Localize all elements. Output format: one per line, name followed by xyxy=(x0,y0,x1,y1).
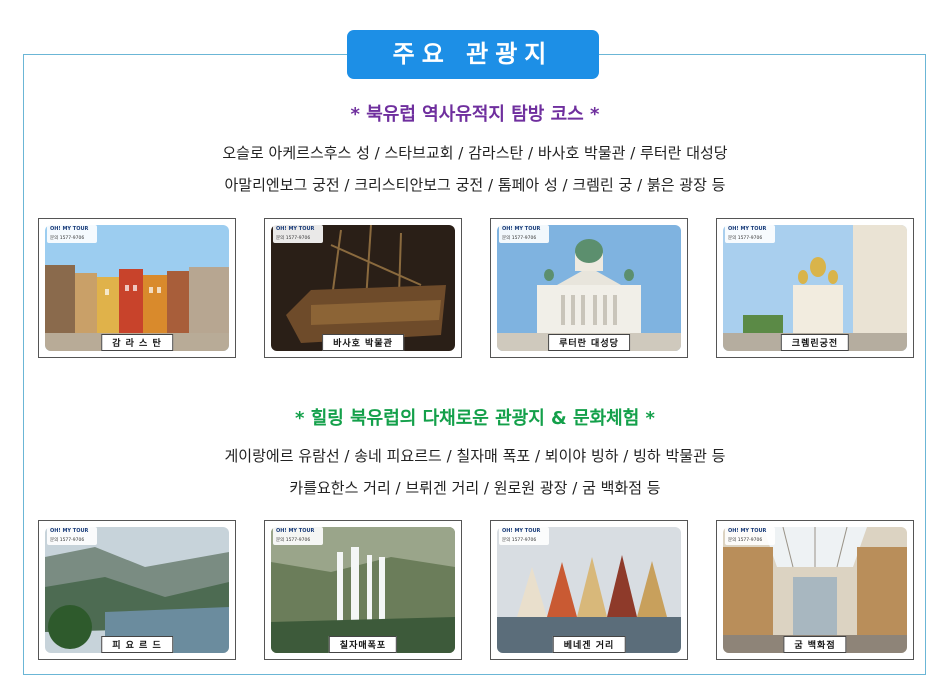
photo-caption: 베네겐 거리 xyxy=(552,636,626,653)
photo-caption: 크렘린궁전 xyxy=(780,334,850,351)
tour-logo: OH! MY TOUR 문의 1577-9706 xyxy=(725,527,775,545)
photo-bryggen: OH! MY TOUR 문의 1577-9706 베네겐 거리 xyxy=(490,520,688,660)
section2-heading: * 힐링 북유럽의 다채로운 관광지 & 문화체험 * xyxy=(295,408,655,429)
tour-logo: OH! MY TOUR 문의 1577-9706 xyxy=(725,225,775,243)
section2-line2: 카를요한스 거리 / 브뤼겐 거리 / 원로원 광장 / 굼 백화점 등 xyxy=(289,479,661,497)
section1-heading: * 북유럽 역사유적지 탐방 코스 * xyxy=(350,104,600,125)
page-title: 주요 관광지 xyxy=(347,30,599,79)
tour-logo: OH! MY TOUR 문의 1577-9706 xyxy=(47,527,97,545)
tour-logo: OH! MY TOUR 문의 1577-9706 xyxy=(47,225,97,243)
tour-logo: OH! MY TOUR 문의 1577-9706 xyxy=(499,527,549,545)
photo-seven-sisters: OH! MY TOUR 문의 1577-9706 칠자매폭포 xyxy=(264,520,462,660)
tour-logo: OH! MY TOUR 문의 1577-9706 xyxy=(273,225,323,243)
photo-caption: 바사호 박물관 xyxy=(322,334,404,351)
photo-fjord: OH! MY TOUR 문의 1577-9706 피 요 르 드 xyxy=(38,520,236,660)
photo-caption: 피 요 르 드 xyxy=(101,636,173,653)
photo-caption: 루터란 대성당 xyxy=(548,334,630,351)
photo-vasa-museum: OH! MY TOUR 문의 1577-9706 바사호 박물관 xyxy=(264,218,462,358)
photo-gamla-stan: OH! MY TOUR 문의 1577-9706 감 라 스 탄 xyxy=(38,218,236,358)
photo-kremlin: OH! MY TOUR 문의 1577-9706 크렘린궁전 xyxy=(716,218,914,358)
section2-line1: 게이랑에르 유람선 / 송네 피요르드 / 칠자매 폭포 / 뵈이야 빙하 / … xyxy=(224,447,726,465)
photo-gum: OH! MY TOUR 문의 1577-9706 굼 백화점 xyxy=(716,520,914,660)
photo-caption: 굼 백화점 xyxy=(783,636,847,653)
photo-caption: 감 라 스 탄 xyxy=(101,334,173,351)
section1-line1: 오슬로 아케르스후스 성 / 스타브교회 / 감라스탄 / 바사호 박물관 / … xyxy=(222,144,728,162)
photo-lutheran-cathedral: OH! MY TOUR 문의 1577-9706 루터란 대성당 xyxy=(490,218,688,358)
tour-logo: OH! MY TOUR 문의 1577-9706 xyxy=(273,527,323,545)
photo-caption: 칠자매폭포 xyxy=(328,636,398,653)
tour-logo: OH! MY TOUR 문의 1577-9706 xyxy=(499,225,549,243)
section1-line2: 아말리엔보그 궁전 / 크리스티안보그 궁전 / 톰페아 성 / 크렘린 궁 /… xyxy=(224,176,726,194)
